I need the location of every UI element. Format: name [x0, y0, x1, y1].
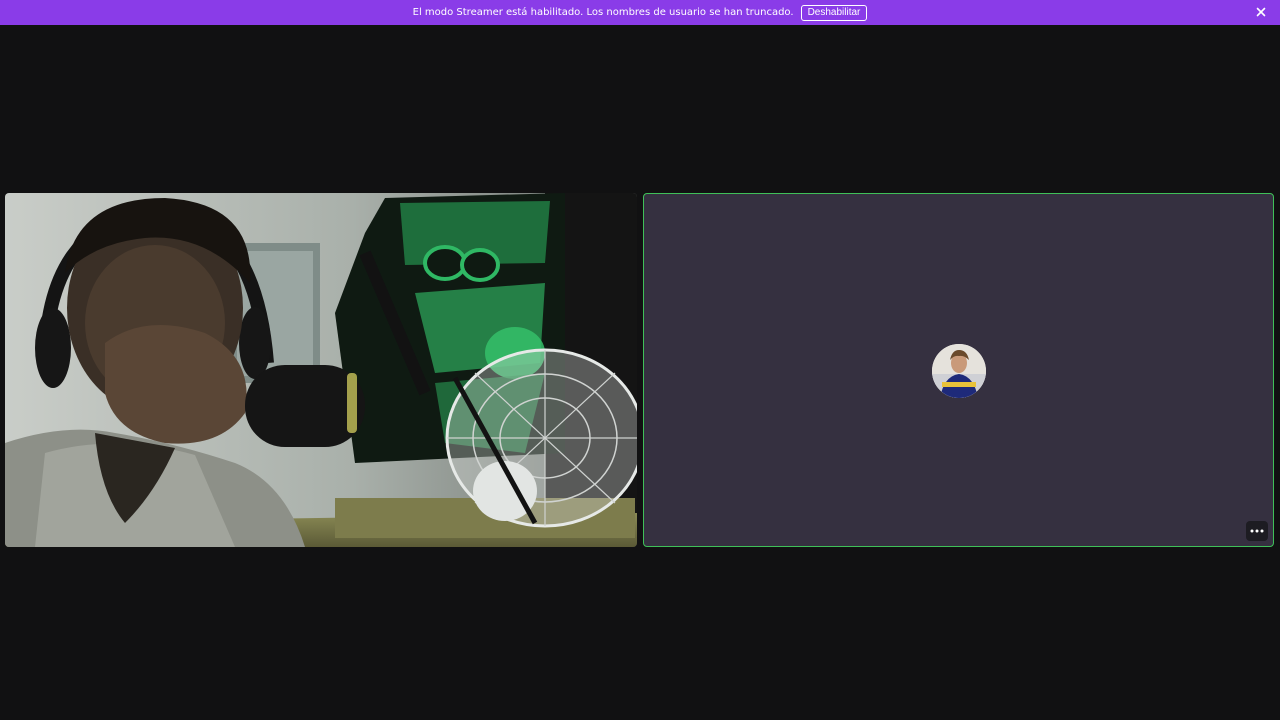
participant-avatar[interactable] [932, 344, 986, 398]
streamer-mode-banner: El modo Streamer está habilitado. Los no… [0, 0, 1280, 25]
more-dots-icon [1250, 529, 1264, 533]
participant-audio-tile[interactable] [643, 193, 1274, 547]
close-icon[interactable] [1254, 5, 1268, 19]
participant-camera-feed [5, 193, 637, 547]
participant-video-tile[interactable] [5, 193, 637, 547]
streamer-mode-message: El modo Streamer está habilitado. Los no… [412, 7, 794, 18]
more-options-button[interactable] [1246, 521, 1268, 541]
disable-streamer-mode-button[interactable]: Deshabilitar [800, 4, 868, 21]
